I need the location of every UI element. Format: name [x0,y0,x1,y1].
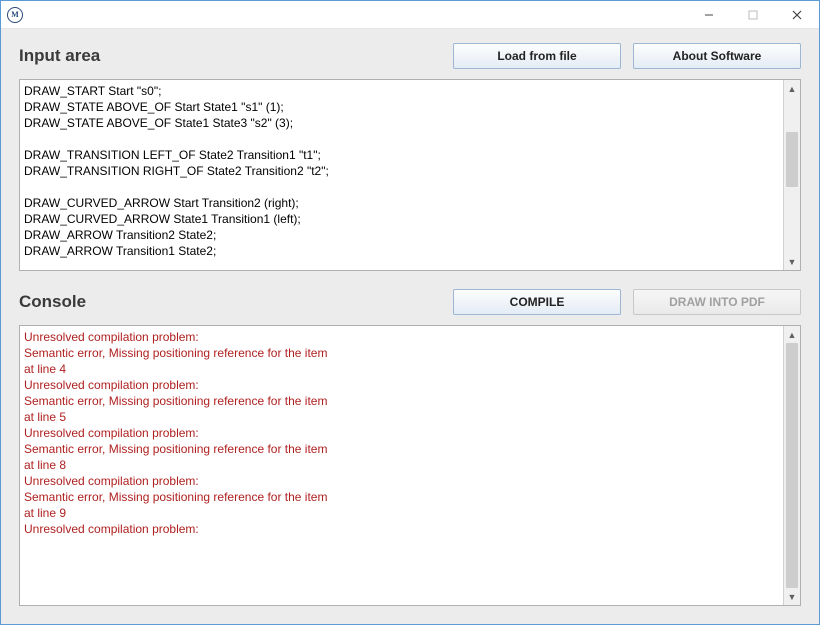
minimize-icon [704,10,714,20]
minimize-button[interactable] [687,1,731,29]
scroll-down-icon[interactable]: ▼ [784,253,800,270]
maximize-icon [748,10,758,20]
app-icon: M [7,7,23,23]
input-scroll-thumb[interactable] [786,132,798,187]
scroll-down-icon[interactable]: ▼ [784,588,800,605]
about-software-button[interactable]: About Software [633,43,801,69]
close-icon [792,10,802,20]
compile-button[interactable]: COMPILE [453,289,621,315]
input-textarea[interactable]: DRAW_START Start "s0"; DRAW_STATE ABOVE_… [20,80,783,270]
console-scroll-track[interactable] [784,343,800,588]
console-scrollbar[interactable]: ▲ ▼ [783,326,800,605]
input-title: Input area [19,46,441,66]
scroll-up-icon[interactable]: ▲ [784,80,800,97]
content-area: Input area Load from file About Software… [1,29,819,624]
input-scrollbar[interactable]: ▲ ▼ [783,80,800,270]
titlebar: M [1,1,819,29]
console-output-wrap: Unresolved compilation problem: Semantic… [19,325,801,606]
load-from-file-button[interactable]: Load from file [453,43,621,69]
input-textarea-wrap: DRAW_START Start "s0"; DRAW_STATE ABOVE_… [19,79,801,271]
app-window: M Input area Load from file About Softwa… [0,0,820,625]
console-title: Console [19,292,441,312]
console-scroll-thumb[interactable] [786,343,798,588]
input-header: Input area Load from file About Software [19,43,801,69]
scroll-up-icon[interactable]: ▲ [784,326,800,343]
window-controls [687,1,819,29]
console-header: Console COMPILE DRAW INTO PDF [19,289,801,315]
draw-into-pdf-button: DRAW INTO PDF [633,289,801,315]
maximize-button [731,1,775,29]
console-output[interactable]: Unresolved compilation problem: Semantic… [20,326,783,605]
input-scroll-track[interactable] [784,97,800,253]
close-button[interactable] [775,1,819,29]
